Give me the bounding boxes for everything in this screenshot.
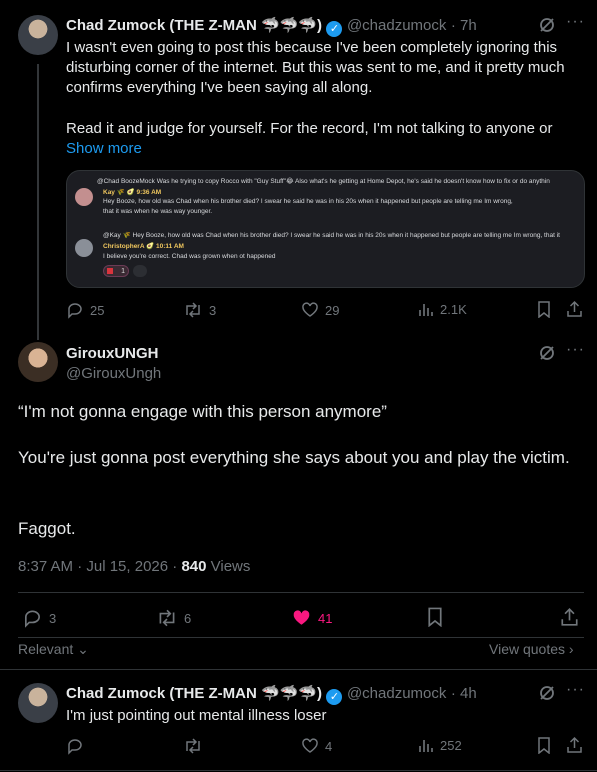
author-name[interactable]: Chad Zumock (THE Z-MAN 🦈🦈🦈) xyxy=(66,17,322,34)
show-more-link[interactable]: Show more xyxy=(66,139,142,159)
reply-button[interactable]: 3 xyxy=(22,608,56,628)
bookmark-icon[interactable] xyxy=(537,301,551,318)
divider xyxy=(0,770,597,771)
christopher-message: I believe you're correct. Chad was grown… xyxy=(103,253,276,260)
sort-label: Relevant xyxy=(18,641,74,657)
chevron-right-icon: › xyxy=(565,641,574,657)
reply-button[interactable] xyxy=(66,737,84,755)
repost-button[interactable]: 3 xyxy=(183,301,216,319)
reply-icon xyxy=(68,303,82,319)
repost-button[interactable] xyxy=(183,737,203,755)
views-count: 840 xyxy=(181,558,207,575)
tweet-text-line1: “I'm not gonna engage with this person a… xyxy=(18,402,387,421)
kay-avatar xyxy=(75,188,93,206)
bookmark-icon[interactable] xyxy=(537,737,551,754)
tweet-text-continued: Read it and judge for yourself. For the … xyxy=(66,120,553,137)
heart-filled-icon xyxy=(293,610,310,625)
author-handle[interactable]: @chadzumock xyxy=(347,17,446,34)
more-options-icon[interactable]: ··· xyxy=(566,681,585,699)
thread-connector xyxy=(37,64,39,340)
like-count: 29 xyxy=(325,302,340,318)
kay-message-line1: Hey Booze, how old was Chad when his bro… xyxy=(103,198,513,205)
like-count: 4 xyxy=(325,738,333,754)
reply-count: 25 xyxy=(90,302,105,318)
reply-icon xyxy=(68,739,82,755)
reaction-count: 1 xyxy=(121,268,125,275)
tweet-text: I'm just pointing out mental illness los… xyxy=(66,707,327,724)
add-reaction-icon[interactable] xyxy=(133,265,147,277)
grok-icon[interactable] xyxy=(538,16,556,34)
reply-button[interactable]: 25 xyxy=(66,301,104,319)
kay-message-line2: that it was when he was way younger. xyxy=(103,208,213,215)
chevron-down-icon: ⌄ xyxy=(73,641,89,657)
heart-icon xyxy=(302,738,318,753)
like-button[interactable]: 4 xyxy=(301,737,332,755)
analytics-icon xyxy=(419,740,433,752)
author-name[interactable]: GirouxUNGH xyxy=(66,345,159,362)
analytics-icon xyxy=(419,304,433,316)
views-button[interactable]: 2.1K xyxy=(418,301,467,317)
reply-icon xyxy=(25,610,40,628)
more-options-icon[interactable]: ··· xyxy=(566,341,585,359)
view-count: 2.1K xyxy=(440,301,467,317)
tweet-time[interactable]: · 7h xyxy=(451,17,477,34)
grok-icon[interactable] xyxy=(538,684,556,702)
tweet-text-line3: Faggot. xyxy=(18,519,76,538)
author-handle[interactable]: @chadzumock xyxy=(347,685,446,702)
repost-count: 6 xyxy=(184,610,192,626)
tweet-timestamp[interactable]: 8:37 AM · Jul 15, 2026 · xyxy=(18,558,181,575)
tweet-header: Chad Zumock (THE Z-MAN 🦈🦈🦈) ✓ @chadzumoc… xyxy=(66,684,477,705)
attached-image[interactable]: @Chad BoozeMock Was he trying to copy Ro… xyxy=(66,170,585,288)
share-icon[interactable] xyxy=(560,607,579,627)
reply-reference-2: @Kay 🌾 Hey Booze, how old was Chad when … xyxy=(103,232,560,239)
bookmark-icon[interactable] xyxy=(427,607,443,627)
flag-icon xyxy=(107,268,113,274)
more-options-icon[interactable]: ··· xyxy=(566,13,585,31)
share-icon[interactable] xyxy=(566,300,583,318)
like-button[interactable]: 29 xyxy=(301,301,339,319)
verified-badge-icon: ✓ xyxy=(326,689,343,705)
like-count: 41 xyxy=(318,610,333,626)
avatar[interactable] xyxy=(18,15,58,55)
repost-count: 3 xyxy=(209,302,217,318)
divider xyxy=(0,669,597,670)
author-name[interactable]: Chad Zumock (THE Z-MAN 🦈🦈🦈) xyxy=(66,685,322,702)
christopher-username: ChristopherA 🥑 10:11 AM xyxy=(103,243,184,250)
views-button[interactable]: 252 xyxy=(418,737,462,753)
tweet-text: I wasn't even going to post this because… xyxy=(66,39,565,96)
heart-icon xyxy=(302,302,318,317)
avatar[interactable] xyxy=(18,342,58,382)
tweet-time[interactable]: · 4h xyxy=(451,685,477,702)
repost-icon xyxy=(186,738,200,754)
avatar[interactable] xyxy=(18,683,58,723)
view-quotes-label: View quotes xyxy=(489,641,566,657)
verified-badge-icon: ✓ xyxy=(326,21,343,37)
views-label: Views xyxy=(206,558,251,575)
share-icon[interactable] xyxy=(566,736,583,754)
tweet-header: Chad Zumock (THE Z-MAN 🦈🦈🦈) ✓ @chadzumoc… xyxy=(66,16,477,37)
divider xyxy=(18,637,584,638)
grok-icon[interactable] xyxy=(538,344,556,362)
author-handle[interactable]: @GirouxUngh xyxy=(66,365,161,382)
sort-dropdown[interactable]: Relevant ⌄ xyxy=(18,641,89,658)
tweet-text-line2: You're just gonna post everything she sa… xyxy=(18,448,570,467)
view-quotes-link[interactable]: View quotes › xyxy=(489,641,574,657)
view-count: 252 xyxy=(440,737,462,753)
tweet-metadata: 8:37 AM · Jul 15, 2026 · 840 Views xyxy=(18,558,250,575)
like-button-active[interactable]: 41 xyxy=(291,608,332,628)
christopher-avatar xyxy=(75,239,93,257)
kay-username: Kay 🌾 🥑 9:36 AM xyxy=(103,189,162,196)
reply-reference-1: @Chad BoozeMock Was he trying to copy Ro… xyxy=(97,178,550,185)
reply-count: 3 xyxy=(49,610,57,626)
repost-icon xyxy=(186,302,200,318)
reaction-badge[interactable]: 1 xyxy=(103,265,129,277)
repost-button[interactable]: 6 xyxy=(156,608,191,628)
repost-icon xyxy=(159,609,175,627)
divider xyxy=(18,592,584,593)
